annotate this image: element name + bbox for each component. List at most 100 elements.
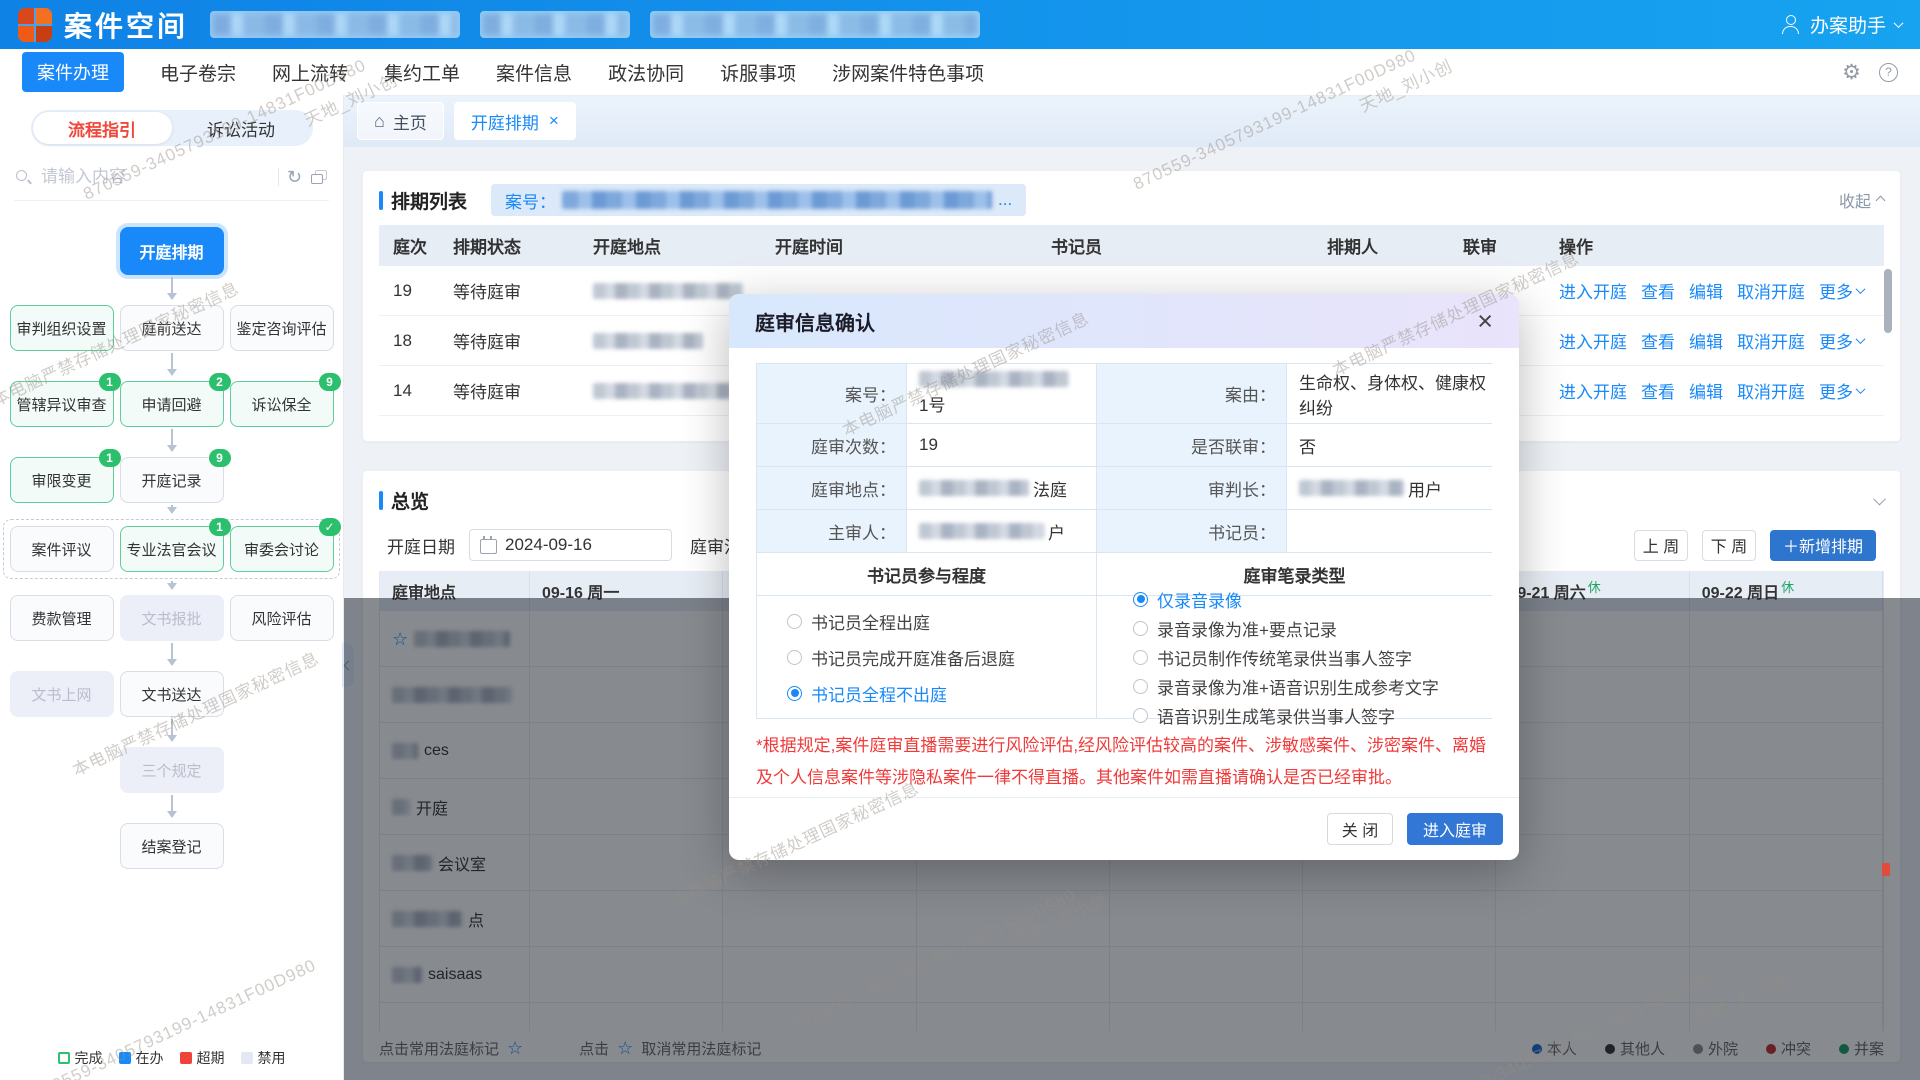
flow-node-审判组织设置[interactable]: 审判组织设置 [10,305,114,351]
row-actions: 进入开庭查看编辑取消开庭更多 [1559,328,1884,353]
action-编辑[interactable]: 编辑 [1689,378,1723,403]
nav-tab-电子卷宗[interactable]: 电子卷宗 [160,59,236,86]
flow-node-鉴定咨询评估[interactable]: 鉴定咨询评估 [230,305,334,351]
radio-option-书记员全程出庭[interactable]: 书记员全程出庭 [787,609,930,634]
redacted-location [593,333,703,349]
radio-option-书记员制作传统笔录供当事人签字[interactable]: 书记员制作传统笔录供当事人签字 [1133,645,1412,670]
nav-tab-政法协同[interactable]: 政法协同 [608,59,684,86]
refresh-icon[interactable]: ↻ [287,167,302,188]
action-取消开庭[interactable]: 取消开庭 [1737,378,1805,403]
settings-gear-icon[interactable]: ⚙ [1842,62,1861,83]
action-进入开庭[interactable]: 进入开庭 [1559,328,1627,353]
radio-option-书记员全程不出庭[interactable]: 书记员全程不出庭 [787,681,947,706]
schedule-status: 等待庭审 [453,278,593,303]
column-header: 书记员 [1051,233,1327,258]
prev-week-button[interactable]: 上 周 [1634,530,1688,561]
action-编辑[interactable]: 编辑 [1689,278,1723,303]
flow-node-label: 庭前送达 [141,318,201,339]
column-header: 操作 [1559,233,1884,258]
flow-node-申请回避[interactable]: 申请回避2 [120,381,224,427]
radio-label: 书记员制作传统笔录供当事人签字 [1157,645,1412,670]
flow-node-审限变更[interactable]: 审限变更1 [10,457,114,503]
flow-node-开庭排期[interactable]: 开庭排期 [120,227,224,275]
radio-dot-icon [787,650,802,665]
action-查看[interactable]: 查看 [1641,278,1675,303]
close-button[interactable]: 关 闭 [1327,813,1393,845]
value-fragment: 法庭 [1033,476,1067,501]
search-input[interactable] [39,166,270,188]
tab-process-guide[interactable]: 流程指引 [33,112,172,144]
flow-node-三个规定[interactable]: 三个规定 [120,747,224,793]
flow-node-label: 文书报批 [141,608,201,629]
radio-option-录音录像为准+要点记录[interactable]: 录音录像为准+要点记录 [1133,616,1337,641]
title-accent-bar [379,191,383,210]
nav-tab-集约工单[interactable]: 集约工单 [384,59,460,86]
collapse-overview-icon[interactable] [1873,492,1886,505]
radio-option-书记员完成开庭准备后退庭[interactable]: 书记员完成开庭准备后退庭 [787,645,1015,670]
radio-option-仅录音录像[interactable]: 仅录音录像 [1133,587,1242,612]
nav-tab-诉服事项[interactable]: 诉服事项 [720,59,796,86]
field-label: 庭审地点： [756,466,906,509]
nav-tab-案件办理[interactable]: 案件办理 [22,52,124,92]
tab-home[interactable]: ⌂ 主页 [357,102,444,140]
action-查看[interactable]: 查看 [1641,328,1675,353]
nav-tab-涉网案件特色事项[interactable]: 涉网案件特色事项 [832,59,984,86]
hearing-seq: 19 [393,281,453,301]
flow-node-文书送达[interactable]: 文书送达 [120,671,224,717]
scrollbar-thumb[interactable] [1884,269,1892,333]
enter-hearing-button[interactable]: 进入庭审 [1407,813,1503,845]
radio-label: 书记员全程不出庭 [811,681,947,706]
flow-node-风险评估[interactable]: 风险评估 [230,595,334,641]
flow-node-庭前送达[interactable]: 庭前送达 [120,305,224,351]
legend-label: 完成 [75,1048,103,1068]
flow-node-管辖异议审查[interactable]: 管辖异议审查1 [10,381,114,427]
tab-litigation-activity[interactable]: 诉讼活动 [172,112,311,144]
next-week-button[interactable]: 下 周 [1702,530,1756,561]
action-进入开庭[interactable]: 进入开庭 [1559,278,1627,303]
flow-legend-item: 超期 [180,1048,225,1068]
action-进入开庭[interactable]: 进入开庭 [1559,378,1627,403]
flow-node-badge: ✓ [319,518,341,536]
nav-tab-网上流转[interactable]: 网上流转 [272,59,348,86]
flow-node-费款管理[interactable]: 费款管理 [10,595,114,641]
radio-dot-icon [1133,650,1148,665]
flow-node-结案登记[interactable]: 结案登记 [120,823,224,869]
flow-node-badge: 1 [209,518,231,536]
assistant-menu[interactable]: 办案助手 [1781,11,1902,38]
field-value-案号：: 1号 [906,363,1096,423]
hearing-info-table: 案号：1号案由：生命权、身体权、健康权纠纷庭审次数：19是否联审：否庭审地点：法… [756,363,1492,719]
action-取消开庭[interactable]: 取消开庭 [1737,328,1805,353]
close-dialog-icon[interactable]: × [1477,308,1493,335]
help-icon[interactable]: ? [1879,63,1898,82]
field-value-庭审次数：: 19 [906,423,1096,466]
flow-node-文书报批[interactable]: 文书报批 [120,595,224,641]
flow-legend-item: 在办 [119,1048,164,1068]
nav-tab-案件信息[interactable]: 案件信息 [496,59,572,86]
layers-icon[interactable] [310,170,327,185]
schedule-table-header: 庭次排期状态开庭地点开庭时间书记员排期人联审操作 [379,225,1884,266]
tab-court-schedule[interactable]: 开庭排期 × [454,102,576,140]
collapse-button[interactable]: 收起 [1839,188,1884,212]
action-查看[interactable]: 查看 [1641,378,1675,403]
flow-node-诉讼保全[interactable]: 诉讼保全9 [230,381,334,427]
close-tab-icon[interactable]: × [549,111,559,131]
action-更多[interactable]: 更多 [1819,328,1864,353]
field-value-书记员： [1286,509,1492,552]
flow-arrow-down-icon [0,427,343,457]
add-schedule-button[interactable]: ＋新增排期 [1770,530,1876,561]
radio-option-语音识别生成笔录供当事人签字[interactable]: 语音识别生成笔录供当事人签字 [1133,703,1395,728]
flow-node-案件评议[interactable]: 案件评议 [10,526,114,572]
date-input[interactable]: 2024-09-16 [469,529,672,561]
flow-node-审委会讨论[interactable]: 审委会讨论✓ [230,526,334,572]
flow-node-开庭记录[interactable]: 开庭记录9 [120,457,224,503]
action-更多[interactable]: 更多 [1819,378,1864,403]
calendar-icon [480,539,497,554]
radio-option-录音录像为准+语音识别生成参考文字[interactable]: 录音录像为准+语音识别生成参考文字 [1133,674,1439,699]
tab-home-label: 主页 [393,109,427,134]
action-编辑[interactable]: 编辑 [1689,328,1723,353]
flow-node-文书上网[interactable]: 文书上网 [10,671,114,717]
action-取消开庭[interactable]: 取消开庭 [1737,278,1805,303]
redacted-value [919,371,1069,387]
action-更多[interactable]: 更多 [1819,278,1864,303]
flow-node-专业法官会议[interactable]: 专业法官会议1 [120,526,224,572]
